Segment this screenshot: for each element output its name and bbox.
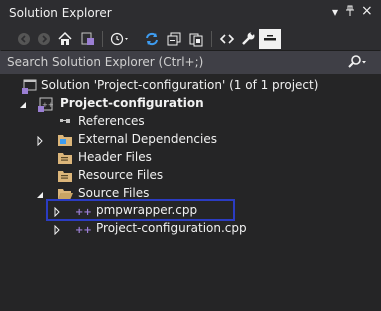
home-button[interactable] [57, 30, 73, 48]
tree-item-references[interactable]: References [0, 113, 381, 131]
header-files-label: Header Files [78, 150, 152, 164]
pin-button[interactable] [345, 5, 355, 20]
search-icon [348, 55, 366, 68]
back-arrow-icon [18, 33, 30, 45]
expanded-arrow-icon[interactable] [18, 99, 28, 109]
toolbar-separator [211, 31, 212, 47]
solution-label: Solution 'Project-configuration' (1 of 1… [41, 78, 319, 92]
search-bar [0, 50, 381, 74]
references-icon [57, 114, 73, 130]
project-label: Project-configuration [60, 96, 204, 110]
folder-icon [57, 168, 73, 184]
toolbar-separator [102, 31, 103, 47]
collapsed-arrow-icon[interactable] [52, 224, 62, 236]
source-files-label: Source Files [78, 186, 150, 200]
title-bar: Solution Explorer ▾ × [0, 0, 381, 28]
cpp-project-icon: ++ [38, 96, 54, 112]
forward-button[interactable] [36, 30, 52, 48]
wrench-icon [242, 31, 255, 45]
tree-item-header-files[interactable]: Header Files [0, 149, 381, 167]
expanded-arrow-icon[interactable] [35, 189, 45, 199]
collapse-all-button[interactable] [166, 30, 182, 48]
search-button[interactable] [347, 54, 369, 73]
sync-icon [146, 32, 158, 46]
tree-item-project-configuration-cpp[interactable]: ++ Project-configuration.cpp [0, 220, 381, 238]
project-configuration-cpp-label: Project-configuration.cpp [96, 221, 247, 235]
pin-icon [346, 5, 354, 16]
switch-views-button[interactable] [79, 30, 95, 48]
external-dependencies-label: External Dependencies [78, 132, 218, 146]
forward-arrow-icon [38, 33, 50, 45]
pending-changes-filter-button[interactable] [110, 30, 132, 48]
solution-icon [22, 78, 38, 94]
clock-dropdown-icon [110, 32, 128, 46]
cpp-file-icon: ++ [75, 221, 92, 237]
selection-highlight-box [46, 199, 235, 221]
properties-button[interactable] [240, 30, 256, 48]
tree-item-solution[interactable]: Solution 'Project-configuration' (1 of 1… [0, 77, 381, 95]
references-label: References [78, 114, 145, 128]
preview-icon [264, 35, 276, 41]
close-button[interactable]: × [361, 4, 373, 18]
view-code-button[interactable] [219, 30, 235, 48]
tree-item-resource-files[interactable]: Resource Files [0, 167, 381, 185]
toolbar [0, 28, 381, 50]
preview-selected-items-button[interactable] [259, 29, 281, 49]
show-all-files-button[interactable] [188, 30, 204, 48]
search-input[interactable] [7, 54, 327, 69]
external-dependencies-folder-icon [57, 132, 73, 148]
show-all-files-icon [189, 33, 203, 47]
resource-files-label: Resource Files [78, 168, 164, 182]
window-menu-button[interactable]: ▾ [332, 5, 338, 19]
folder-icon [57, 150, 73, 166]
code-brackets-icon [219, 34, 235, 44]
tree-item-project[interactable]: ++ Project-configuration [0, 95, 381, 113]
window-title: Solution Explorer [9, 6, 112, 20]
back-button[interactable] [16, 30, 32, 48]
sync-button[interactable] [144, 30, 160, 48]
collapse-all-icon [167, 32, 181, 46]
collapsed-arrow-icon[interactable] [35, 135, 45, 147]
home-icon [58, 31, 72, 45]
switch-views-icon [81, 32, 94, 45]
tree-item-external-dependencies[interactable]: External Dependencies [0, 131, 381, 149]
svg-text:++: ++ [75, 225, 91, 236]
